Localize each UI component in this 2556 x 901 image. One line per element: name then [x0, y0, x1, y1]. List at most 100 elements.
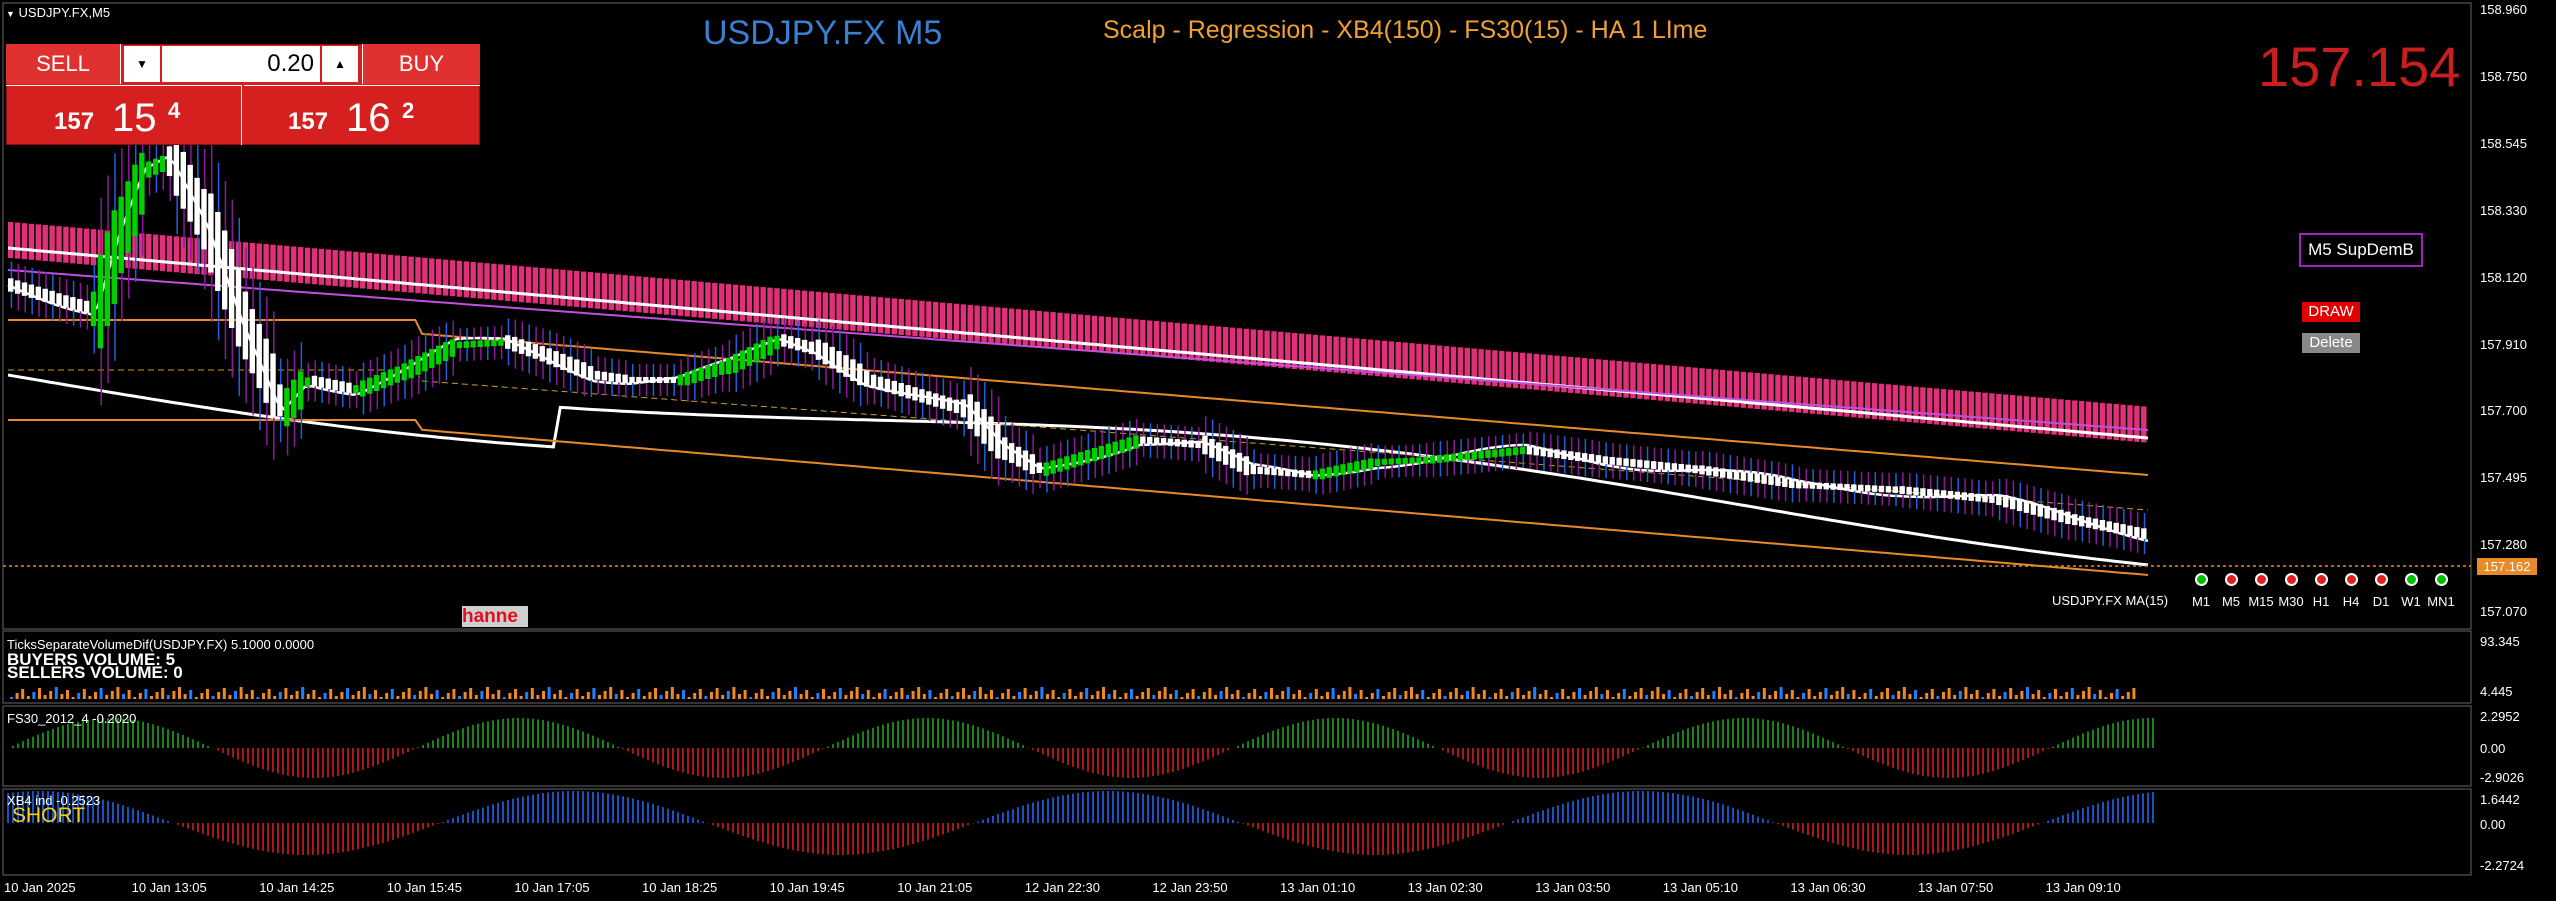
cloud-bar [49, 225, 55, 262]
timeframe-indicator-h4[interactable]: H4 [2336, 573, 2366, 609]
volume-bar [995, 697, 999, 699]
time-axis[interactable]: 10 Jan 2025 10 Jan 13:05 10 Jan 14:25 10 Ja… [0, 876, 2556, 901]
candle-body [1216, 442, 1222, 462]
cloud-bar [933, 301, 939, 338]
timeframe-indicator-h1[interactable]: H1 [2306, 573, 2336, 609]
candle-body [587, 366, 594, 381]
volume-bar [1712, 691, 1716, 699]
candle-body [1036, 462, 1042, 473]
volume-bar [43, 695, 47, 699]
cloud-bar [725, 284, 732, 321]
caption-triangle-icon[interactable]: ▼ [6, 9, 15, 19]
volume-bar [1572, 692, 1576, 699]
candle-body [132, 164, 138, 237]
candle-body [739, 350, 746, 370]
volume-bar [581, 696, 585, 699]
volume-bar [1197, 696, 1201, 699]
candle-body [1575, 452, 1581, 461]
candle-body [1354, 461, 1360, 473]
volume-bar [21, 689, 25, 699]
timeframe-indicator-d1[interactable]: D1 [2366, 573, 2396, 609]
volume-bar [1544, 690, 1548, 699]
candle-body [684, 371, 690, 386]
volume-bar [928, 690, 932, 699]
volume-bar [1936, 696, 1940, 699]
candle-body [1271, 467, 1277, 476]
volume-bar [1757, 692, 1761, 699]
timeframe-indicator-mn1[interactable]: MN1 [2426, 573, 2456, 609]
cloud-bar [70, 227, 76, 264]
volume-bar [2020, 691, 2024, 699]
volume-bar [1656, 687, 1660, 699]
cloud-bar [643, 276, 649, 313]
candle-body [1533, 446, 1540, 456]
candle-body [1450, 453, 1457, 462]
volume-bar [1589, 691, 1593, 699]
draw-button[interactable]: DRAW [2302, 302, 2360, 322]
candle-body [1975, 493, 1981, 502]
volume-bar [396, 696, 400, 699]
lot-increase-button[interactable]: ▲ [322, 46, 358, 82]
timeframe-indicator-w1[interactable]: W1 [2396, 573, 2426, 609]
candle-body [1920, 488, 1926, 496]
sell-price-button[interactable]: 157 15 4 [6, 85, 242, 145]
cloud-bar [511, 265, 518, 302]
volume-bar [1146, 688, 1150, 699]
cloud-bar [1126, 318, 1132, 355]
candle-body [1457, 452, 1464, 461]
lot-decrease-button[interactable]: ▼ [124, 46, 160, 82]
candle-body [712, 363, 718, 377]
candle-body [1312, 470, 1319, 480]
cloud-bar [415, 257, 421, 294]
volume-bar [385, 693, 389, 699]
sell-button[interactable]: SELL [6, 44, 121, 84]
candle-body [788, 336, 794, 349]
candle-body [1623, 458, 1629, 467]
volume-bar [519, 696, 523, 699]
candle-body [1333, 465, 1339, 477]
cloud-bar [829, 293, 835, 330]
timeframe-label: MN1 [2427, 594, 2455, 609]
candle-body [919, 389, 925, 403]
volume-bar [54, 687, 58, 699]
volume-bar [715, 688, 719, 699]
volume-bar [334, 696, 338, 699]
timeframe-indicator-m30[interactable]: M30 [2276, 573, 2306, 609]
volume-bar [1628, 696, 1632, 699]
volume-bar [262, 693, 265, 699]
time-tick-label: 10 Jan 21:05 [897, 880, 973, 895]
buy-price-button[interactable]: 157 16 2 [244, 85, 480, 145]
volume-bar [1706, 695, 1710, 699]
timeframe-indicator-m1[interactable]: M1 [2186, 573, 2216, 609]
volume-bar [1482, 690, 1486, 699]
candle-body [1188, 440, 1194, 448]
volume-bar [1751, 696, 1755, 699]
volume-bar [452, 689, 456, 699]
candle-body [1153, 437, 1160, 445]
volume-bar [1029, 695, 1033, 699]
volume-bar [1348, 687, 1352, 699]
status-dot-icon [2374, 573, 2388, 586]
lot-size-input[interactable] [162, 46, 320, 82]
cloud-bar [567, 270, 573, 307]
candle-body [63, 295, 69, 308]
volume-bar [1981, 697, 1985, 699]
buy-button[interactable]: BUY [362, 44, 480, 84]
delete-button[interactable]: Delete [2302, 333, 2360, 353]
timeframe-indicator-m5[interactable]: M5 [2216, 573, 2246, 609]
time-tick-label: 10 Jan 14:25 [259, 880, 335, 895]
candle-body [346, 382, 352, 394]
cloud-bar [339, 250, 345, 287]
volume-bar [1824, 688, 1828, 699]
candle-body [705, 365, 711, 380]
price-axis[interactable]: 158.960 158.750 158.545 158.330 158.120 157.9… [2476, 0, 2556, 631]
price-tick-label: 158.330 [2480, 202, 2527, 218]
volume-bar [1555, 693, 1559, 699]
candle-body [208, 193, 214, 273]
supdem-button[interactable]: M5 SupDemB [2299, 233, 2423, 267]
volume-bar [1505, 696, 1509, 699]
candle-body [2037, 504, 2043, 517]
cloud-bar [498, 264, 504, 301]
timeframe-indicator-m15[interactable]: M15 [2246, 573, 2276, 609]
cloud-bar [560, 269, 566, 306]
